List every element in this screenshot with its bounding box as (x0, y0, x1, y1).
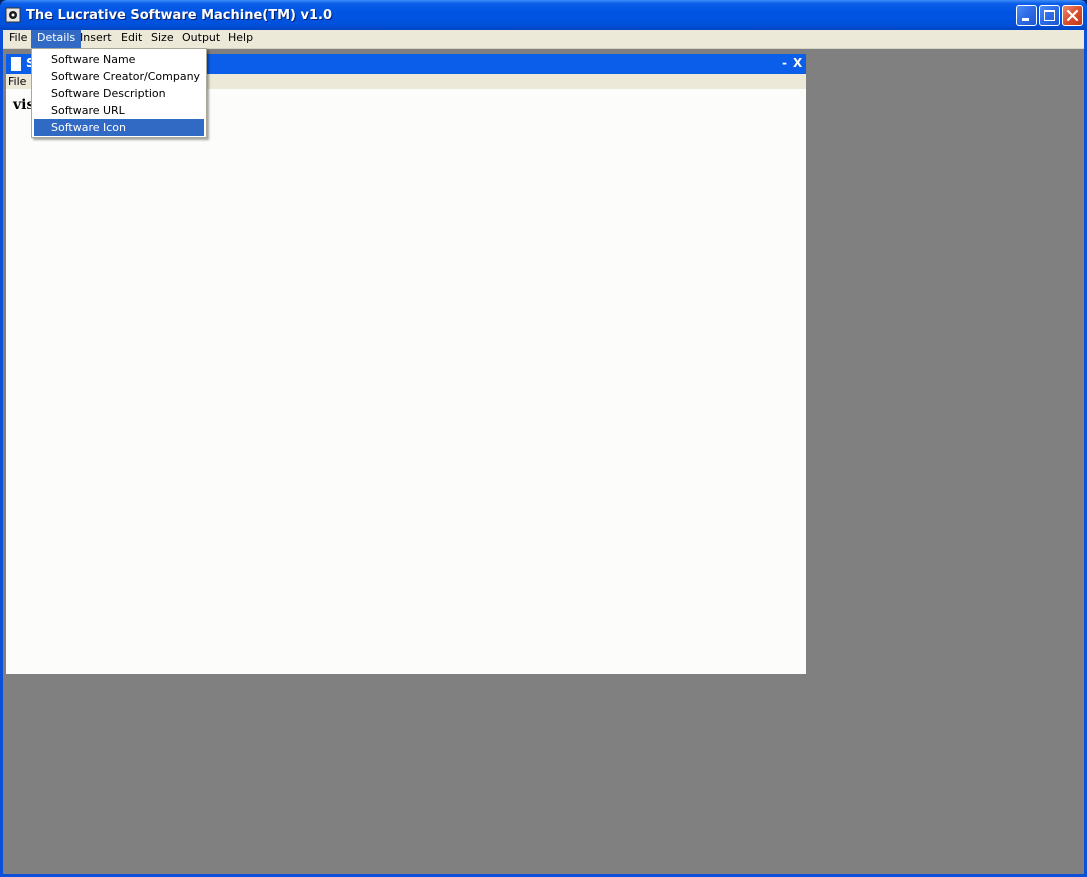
menu-item-software-icon[interactable]: Software Icon (34, 119, 204, 136)
child-document-window[interactable]: S - X File vis (6, 54, 806, 674)
minimize-icon (1022, 18, 1029, 21)
child-minimize-button[interactable]: - (782, 56, 787, 70)
window-title: The Lucrative Software Machine(TM) v1.0 (26, 8, 332, 23)
minimize-button[interactable] (1016, 5, 1037, 26)
close-button[interactable] (1062, 5, 1083, 26)
menu-insert[interactable]: Insert (74, 30, 118, 48)
child-close-button[interactable]: X (793, 56, 802, 70)
menu-size[interactable]: Size (145, 30, 180, 48)
menu-item-software-url[interactable]: Software URL (34, 102, 204, 119)
child-menu-file[interactable]: File (8, 74, 26, 89)
maximize-button[interactable] (1039, 5, 1060, 26)
app-icon (5, 7, 21, 23)
menu-item-software-creator[interactable]: Software Creator/Company (34, 68, 204, 85)
menu-item-software-description[interactable]: Software Description (34, 85, 204, 102)
mdi-workspace: S - X File vis (3, 49, 1084, 874)
main-window: The Lucrative Software Machine(TM) v1.0 … (0, 0, 1087, 877)
menu-output[interactable]: Output (176, 30, 226, 48)
details-dropdown-menu: Software Name Software Creator/Company S… (31, 48, 207, 138)
close-icon (1066, 9, 1079, 22)
menu-edit[interactable]: Edit (115, 30, 148, 48)
maximize-icon (1044, 10, 1055, 21)
menu-bar: File Details Insert Edit Size Output Hel… (3, 30, 1084, 49)
menu-help[interactable]: Help (222, 30, 259, 48)
document-icon (11, 57, 21, 71)
menu-file[interactable]: File (3, 30, 33, 48)
title-bar[interactable]: The Lucrative Software Machine(TM) v1.0 (0, 0, 1087, 30)
menu-item-software-name[interactable]: Software Name (34, 51, 204, 68)
